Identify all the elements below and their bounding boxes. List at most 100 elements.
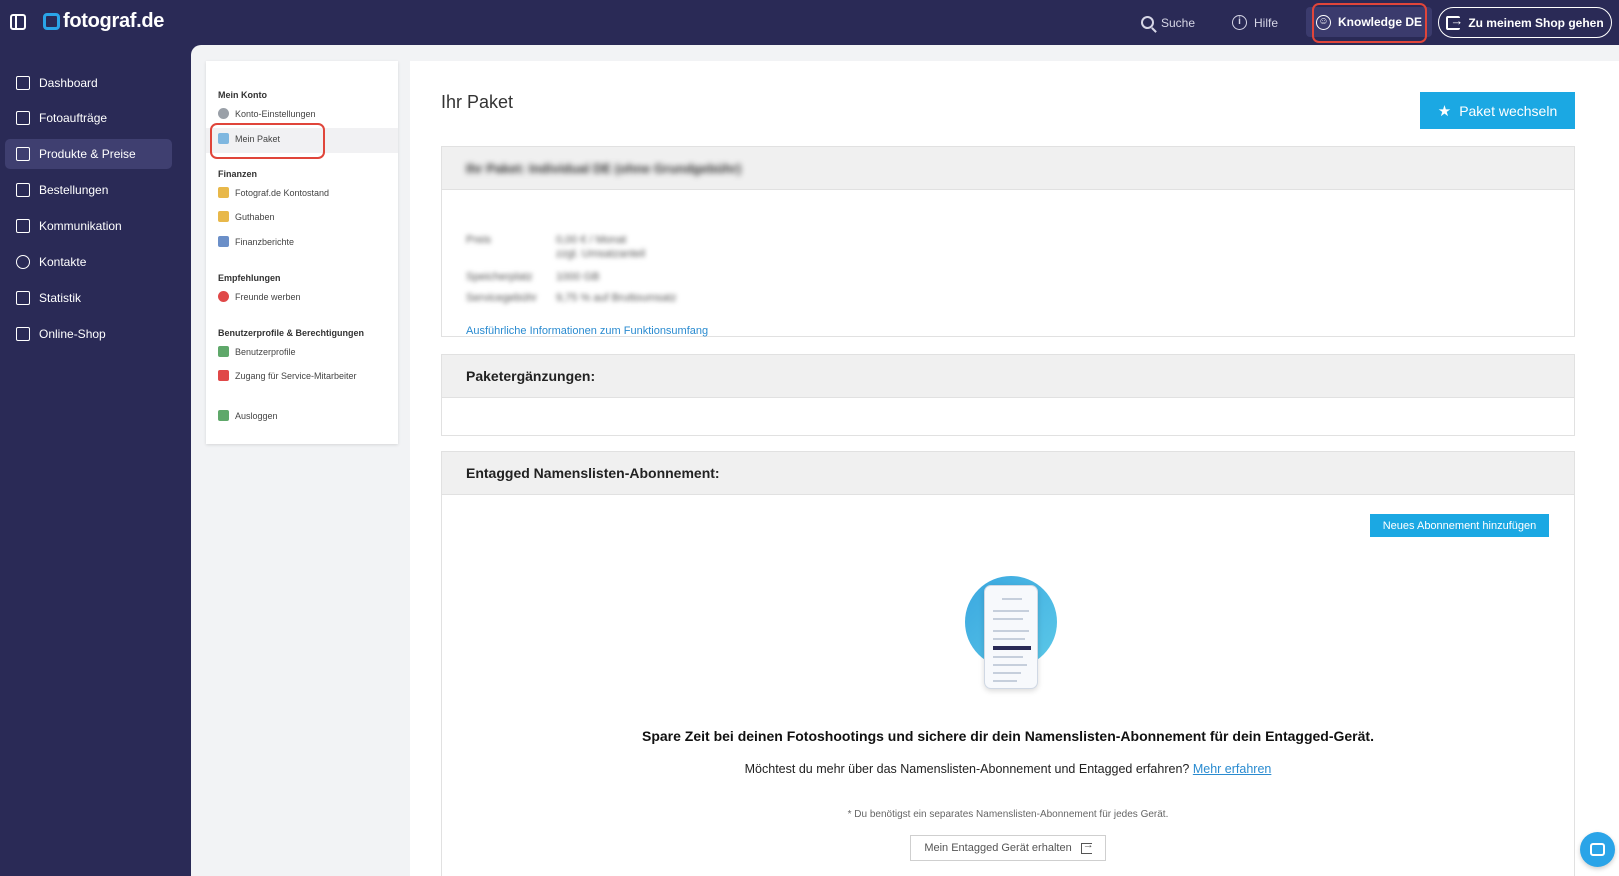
package-row-label: Servicegebühr [466, 292, 537, 304]
sidebar-toggle-icon[interactable] [10, 14, 26, 30]
sidebar-item-dashboard[interactable]: Dashboard [5, 68, 172, 98]
get-device-label: Mein Entagged Gerät erhalten [924, 842, 1072, 854]
home-icon [16, 76, 30, 90]
logout-icon [218, 410, 229, 421]
addons-header: Paketergänzungen: [442, 355, 1574, 398]
subnav-heading: Mein Konto [218, 90, 267, 100]
subnav-heading: Finanzen [218, 169, 258, 179]
addons-card: Paketergänzungen: [441, 354, 1575, 436]
coins-icon [218, 187, 229, 198]
change-package-label: Paket wechseln [1459, 102, 1558, 119]
users-icon [218, 346, 229, 357]
promo-title: Spare Zeit bei deinen Fotoshootings und … [642, 728, 1374, 744]
subnav-item-label: Guthaben [235, 211, 275, 222]
search-button[interactable]: Suche [1141, 0, 1195, 45]
heart-icon [218, 291, 229, 302]
sidebar-item-label: Statistik [39, 291, 82, 305]
sidebar-item-label: Fotoaufträge [39, 111, 108, 125]
package-row-value: zzgl. Umsatzanteil [556, 248, 646, 260]
subnav-item-label: Konto-Einstellungen [235, 108, 316, 119]
change-package-button[interactable]: ★ Paket wechseln [1420, 92, 1575, 129]
package-card: Ihr Paket: Individual DE (ohne Grundgebü… [441, 146, 1575, 337]
chat-icon [1590, 843, 1605, 856]
sidebar-item-fotoauftraege[interactable]: Fotoaufträge [5, 103, 172, 133]
sidebar-item-label: Bestellungen [39, 183, 109, 197]
subnav-item-benutzerprofile[interactable]: Benutzerprofile [218, 346, 296, 357]
highlight-annotation [210, 123, 325, 159]
go-to-shop-button[interactable]: Zu meinem Shop gehen [1438, 7, 1612, 38]
sidebar-item-label: Kommunikation [39, 219, 122, 233]
subnav-item-finanzberichte[interactable]: Finanzberichte [218, 236, 294, 247]
external-link-icon [1080, 839, 1094, 854]
add-subscription-button[interactable]: Neues Abonnement hinzufügen [1370, 514, 1549, 537]
package-row-value: 9,75 % auf Bruttoumsatz [556, 292, 677, 304]
block-icon [218, 370, 229, 381]
sidebar-item-online-shop[interactable]: Online-Shop [5, 319, 172, 349]
sidebar-item-label: Produkte & Preise [39, 147, 136, 161]
sidebar-item-label: Online-Shop [39, 327, 106, 341]
package-row-value: 0,00 € / Monat [556, 234, 627, 246]
inbox-icon [16, 183, 30, 197]
sidebar-item-kommunikation[interactable]: Kommunikation [5, 211, 172, 241]
subnav-item-label: Benutzerprofile [235, 346, 296, 357]
chat-launcher-button[interactable] [1580, 832, 1615, 867]
cart-icon [16, 147, 30, 161]
feature-info-link[interactable]: Ausführliche Informationen zum Funktions… [466, 325, 708, 337]
subnav-item-label: Freunde werben [235, 291, 301, 302]
sidebar-item-produkte-preise[interactable]: Produkte & Preise [5, 139, 172, 169]
entagged-header: Entagged Namenslisten-Abonnement: [442, 452, 1574, 495]
subnav-heading: Empfehlungen [218, 273, 281, 283]
package-card-header: Ihr Paket: Individual DE (ohne Grundgebü… [442, 147, 1574, 190]
package-row-label: Speicherplatz [466, 271, 533, 283]
subnav-item-kontostand[interactable]: Fotograf.de Kontostand [218, 187, 329, 198]
help-button[interactable]: i Hilfe [1232, 0, 1278, 45]
sidebar-item-kontakte[interactable]: Kontakte [5, 247, 172, 277]
subnav-heading: Benutzerprofile & Berechtigungen [218, 328, 365, 338]
gear-icon [218, 108, 229, 119]
package-row-value: 1000 GB [556, 271, 600, 283]
logo-text: fotograf.de [63, 10, 165, 32]
subnav-item-label: Zugang für Service-Mitarbeiter [235, 370, 357, 381]
subnav-item-label: Finanzberichte [235, 236, 295, 247]
package-row: zzgl. Umsatzanteil [466, 248, 645, 260]
package-row-label [466, 248, 526, 260]
sidebar-item-statistik[interactable]: Statistik [5, 283, 172, 313]
sidebar: Dashboard Fotoaufträge Produkte & Preise… [0, 45, 191, 876]
exit-icon [1446, 13, 1463, 30]
settings-subnav: Mein Konto Konto-Einstellungen Mein Pake… [206, 61, 398, 444]
page-title: Ihr Paket [441, 92, 514, 112]
entagged-device-illustration [955, 553, 1065, 698]
top-bar: fotograf.de Suche i Hilfe ☺ Knowledge DE… [0, 0, 1619, 45]
subnav-item-freunde-werben[interactable]: Freunde werben [218, 291, 301, 302]
subnav-item-service-zugang[interactable]: Zugang für Service-Mitarbeiter [218, 370, 357, 381]
report-icon [218, 236, 229, 247]
highlight-annotation [1312, 3, 1427, 43]
sidebar-item-bestellungen[interactable]: Bestellungen [5, 175, 172, 205]
go-to-shop-label: Zu meinem Shop gehen [1468, 15, 1604, 30]
store-icon [16, 327, 30, 341]
get-device-button[interactable]: Mein Entagged Gerät erhalten [910, 835, 1106, 861]
subnav-item-label: Fotograf.de Kontostand [235, 187, 330, 198]
logo[interactable]: fotograf.de [43, 10, 164, 33]
sidebar-item-label: Dashboard [39, 76, 98, 90]
user-icon [16, 255, 30, 269]
subnav-item-guthaben[interactable]: Guthaben [218, 211, 275, 222]
subnav-item-ausloggen[interactable]: Ausloggen [218, 410, 278, 421]
package-row: Preis 0,00 € / Monat [466, 234, 626, 246]
phone-illustration [984, 585, 1038, 689]
search-icon [1141, 16, 1154, 29]
coins-icon [218, 211, 229, 222]
help-label: Hilfe [1254, 15, 1279, 30]
message-icon [16, 219, 30, 233]
star-icon: ★ [1437, 102, 1452, 120]
learn-more-link[interactable]: Mehr erfahren [1193, 762, 1272, 776]
promo-text: Möchtest du mehr über das Namenslisten-A… [441, 762, 1575, 776]
device-note: * Du benötigst ein separates Namensliste… [847, 809, 1169, 820]
logo-icon [43, 13, 60, 30]
search-label: Suche [1161, 15, 1196, 30]
subnav-item-konto-einstellungen[interactable]: Konto-Einstellungen [218, 108, 316, 119]
subnav-item-label: Ausloggen [235, 410, 278, 421]
package-row: Servicegebühr 9,75 % auf Bruttoumsatz [466, 292, 676, 304]
sidebar-item-label: Kontakte [39, 255, 87, 269]
image-icon [16, 111, 30, 125]
